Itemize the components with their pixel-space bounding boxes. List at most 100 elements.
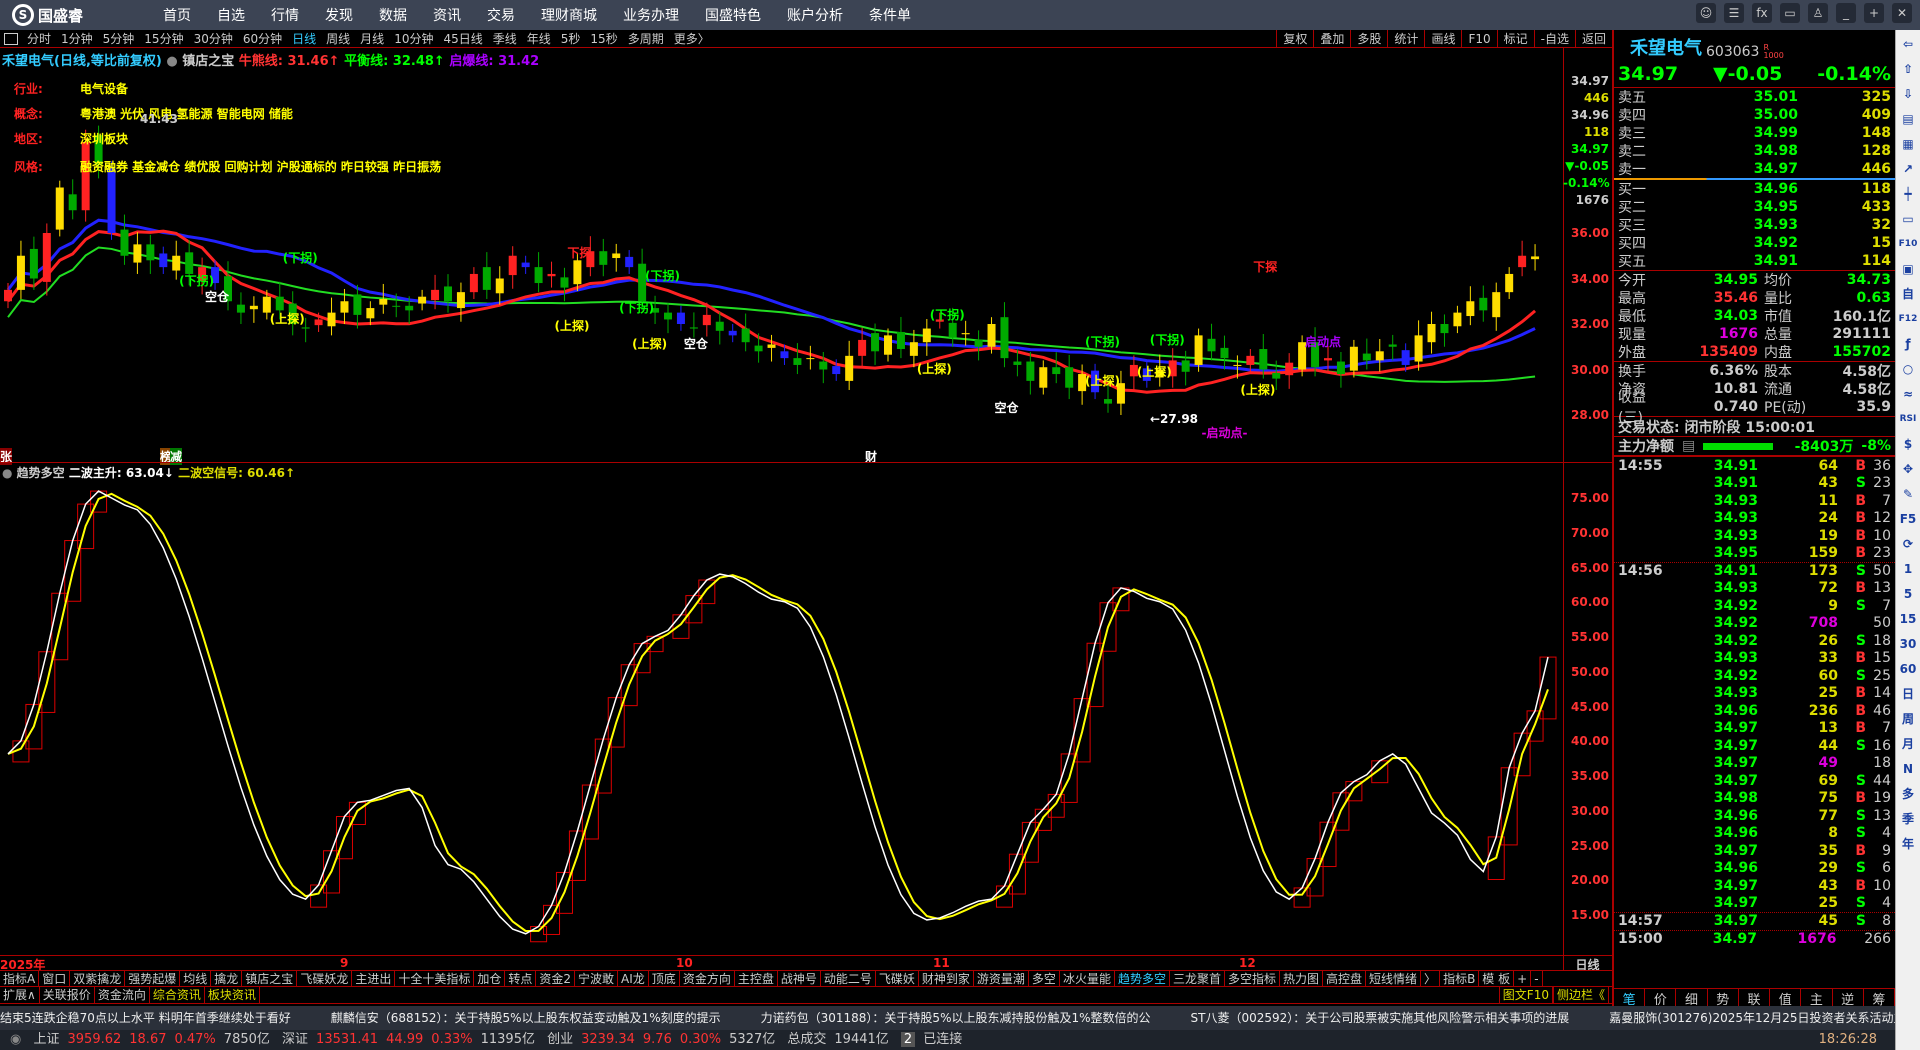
sidebar-tool-icon[interactable]: N (1898, 759, 1918, 779)
tick-tab[interactable]: 联 (1739, 989, 1771, 1008)
sidebar-tool-icon[interactable]: ⇩ (1898, 84, 1918, 104)
book-row[interactable]: 买四 34.92 15 (1614, 234, 1895, 252)
settings-sliders-icon[interactable]: ☰ (1724, 3, 1744, 23)
sidebar-tool-icon[interactable]: ↗ (1898, 159, 1918, 179)
period-tab[interactable]: 5秒 (556, 32, 586, 46)
indicator-tab[interactable]: 加仓 (474, 971, 506, 986)
toolbar-button[interactable]: F10 (1461, 30, 1496, 48)
sidebar-tool-icon[interactable]: F5 (1898, 509, 1918, 529)
indicator-tab[interactable]: 飞碟妖龙 (297, 971, 353, 986)
sidebar-tool-icon[interactable]: ▤ (1898, 109, 1918, 129)
indicator-tab[interactable]: 镇店之宝 (242, 971, 298, 986)
indicator-tab[interactable]: 财神到家 (919, 971, 974, 986)
indicator-tab[interactable]: 资金2 (536, 971, 576, 986)
sidebar-tool-icon[interactable]: ▦ (1898, 134, 1918, 154)
indicator-tab[interactable]: 模 板 (1479, 971, 1515, 986)
indicator-tab[interactable]: 指标A (0, 971, 40, 986)
sidebar-tool-icon[interactable]: ƒ (1898, 334, 1918, 354)
sidebar-tool-icon[interactable]: ✎ (1898, 484, 1918, 504)
sidebar-tool-icon[interactable]: 15 (1898, 609, 1918, 629)
menu-item[interactable]: 行情 (258, 5, 312, 25)
sidebar-tool-icon[interactable]: ⟳ (1898, 534, 1918, 554)
restore-icon[interactable]: + (1864, 3, 1884, 23)
indicator-tab[interactable]: 主控盘 (735, 971, 778, 986)
book-row[interactable]: 卖二 34.98 128 (1614, 142, 1895, 160)
period-tab[interactable]: 5分钟 (98, 32, 140, 46)
toolbar-button[interactable]: 标记 (1496, 30, 1534, 48)
indicator-tab[interactable]: 动能二号 (821, 971, 876, 986)
dropdown-icon[interactable]: ● (2, 466, 12, 480)
indicator-tab[interactable]: 强势起爆 (125, 971, 181, 986)
toolbar-button[interactable]: 返回 (1574, 30, 1612, 48)
menu-item[interactable]: 资讯 (420, 5, 474, 25)
menu-item[interactable]: 条件单 (856, 5, 924, 25)
sidebar-tool-icon[interactable]: 60 (1898, 659, 1918, 679)
skin-icon[interactable]: ♙ (1808, 3, 1828, 23)
news-item[interactable]: 嘉曼服饰(301276)2025年12月25日投资者关系活动主要内容 (1609, 1011, 1895, 1025)
menu-item[interactable]: 交易 (474, 5, 528, 25)
extension-tab[interactable]: 资金流向 (95, 987, 150, 1003)
toolbar-button[interactable]: 统计 (1387, 30, 1424, 48)
period-tab[interactable]: 10分钟 (389, 32, 438, 46)
period-tab[interactable]: 周线 (321, 32, 355, 46)
sidebar-tool-icon[interactable]: 1 (1898, 559, 1918, 579)
sidebar-tool-icon[interactable]: RSI (1898, 409, 1918, 429)
side-link[interactable]: 侧边栏《 (1552, 987, 1609, 1003)
sidebar-tool-icon[interactable]: 30 (1898, 634, 1918, 654)
book-row[interactable]: 买一 34.96 118 (1614, 180, 1895, 198)
book-row[interactable]: 买三 34.93 32 (1614, 216, 1895, 234)
minimize-icon[interactable]: _ (1836, 3, 1856, 23)
indicator-tab[interactable]: 双紫擒龙 (70, 971, 126, 986)
monitor-icon[interactable]: ▭ (1780, 3, 1800, 23)
toolbar-button[interactable]: -自选 (1533, 30, 1575, 48)
sidebar-tool-icon[interactable]: ⇧ (1898, 59, 1918, 79)
list-icon[interactable]: ▤ (1682, 438, 1695, 454)
sidebar-tool-icon[interactable]: ≈ (1898, 384, 1918, 404)
indicator-tab[interactable]: 宁波敢 (575, 971, 619, 986)
book-row[interactable]: 卖一 34.97 446 (1614, 160, 1895, 178)
period-tab[interactable]: 1分钟 (56, 32, 98, 46)
indicator-tab[interactable]: 飞碟妖 (876, 971, 919, 986)
book-row[interactable]: 买五 34.91 114 (1614, 252, 1895, 270)
tick-list[interactable]: 14:55 34.91 64 B 36 34.91 43 S 23 34.93 11 B 7 34.93 2… (1614, 457, 1895, 947)
indicator-tab[interactable]: 主进出 (352, 971, 396, 986)
indicator-tab[interactable]: AI龙 (618, 971, 649, 986)
menu-item[interactable]: 自选 (204, 5, 258, 25)
side-link[interactable]: 图文F10 (1498, 987, 1553, 1003)
indicator-tab[interactable]: 均线 (180, 971, 212, 986)
sidebar-tool-icon[interactable]: ▣ (1898, 259, 1918, 279)
sidebar-tool-icon[interactable]: ┿ (1898, 184, 1918, 204)
menu-item[interactable]: 业务办理 (610, 5, 692, 25)
tick-tab[interactable]: 值 (1770, 989, 1802, 1008)
toolbar-button[interactable]: 复权 (1276, 30, 1313, 48)
toolbar-button[interactable]: 多股 (1350, 30, 1387, 48)
sidebar-tool-icon[interactable]: ▭ (1898, 209, 1918, 229)
chat-icon[interactable]: ☺ (1696, 3, 1716, 23)
tick-tab[interactable]: 势 (1708, 989, 1739, 1008)
indicator-tab[interactable]: 冰火量能 (1060, 971, 1115, 986)
indicator-tab[interactable]: 趋势多空 (1115, 971, 1170, 986)
menu-item[interactable]: 首页 (150, 5, 204, 25)
indicator-tab[interactable]: 热力图 (1280, 971, 1324, 986)
period-tab[interactable]: 15分钟 (139, 32, 188, 46)
panel-toggle-icon[interactable] (4, 32, 18, 45)
indicator-tab[interactable]: 多空指标 (1225, 971, 1280, 986)
indicator-chart[interactable] (0, 480, 1563, 955)
period-tab[interactable]: 30分钟 (189, 32, 238, 46)
sidebar-tool-icon[interactable]: 周 (1898, 709, 1918, 729)
period-tab[interactable]: 季线 (488, 32, 522, 46)
news-ticker[interactable]: 结束5连跌企稳70点以上水平 料明年首季继续处于看好 麒麟信安（688152）：关… (0, 1006, 1895, 1030)
book-row[interactable]: 卖三 34.99 148 (1614, 124, 1895, 142)
news-item[interactable]: ST八菱（002592）：关于公司股票被实施其他风险警示相关事项的进展 (1191, 1011, 1570, 1025)
close-icon[interactable]: ✕ (1892, 3, 1912, 23)
tick-tab[interactable]: 筹 (1864, 989, 1895, 1008)
indicator-tab[interactable]: 窗口 (39, 971, 71, 986)
toolbar-button[interactable]: 叠加 (1313, 30, 1350, 48)
menu-item[interactable]: 发现 (312, 5, 366, 25)
book-row[interactable]: 买二 34.95 433 (1614, 198, 1895, 216)
news-item[interactable]: 结束5连跌企稳70点以上水平 料明年首季继续处于看好 (0, 1011, 291, 1025)
sidebar-tool-icon[interactable]: 月 (1898, 734, 1918, 754)
indicator-tab[interactable]: 转点 (505, 971, 537, 986)
extension-tab[interactable]: 扩展∧ (0, 987, 40, 1003)
period-tab[interactable]: 分时 (22, 32, 56, 46)
